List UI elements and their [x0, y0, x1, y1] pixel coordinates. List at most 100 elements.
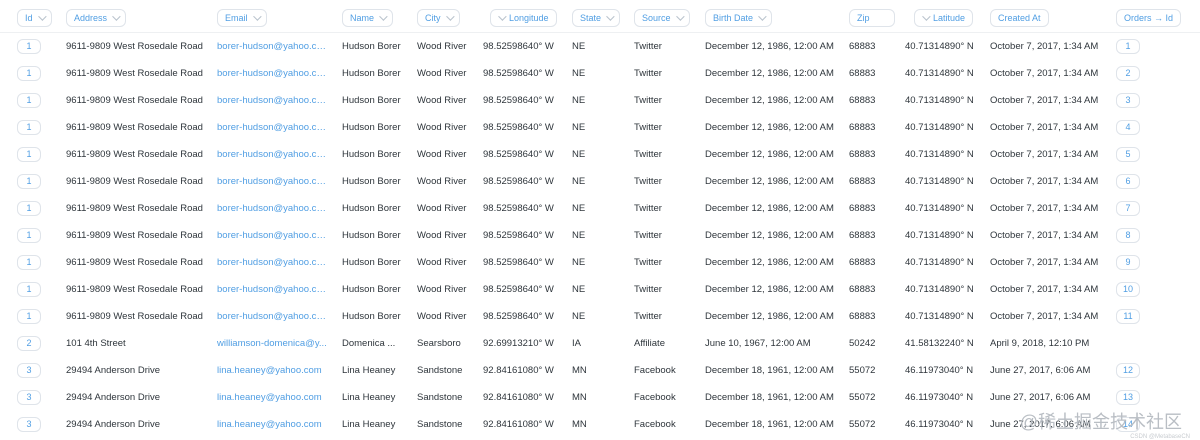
latitude-cell: 41.58132240° N [905, 338, 974, 349]
id-cell[interactable]: 1 [17, 201, 41, 216]
id-cell[interactable]: 1 [17, 228, 41, 243]
email-link[interactable]: borer-hudson@yahoo.com [217, 276, 329, 303]
email-link[interactable]: borer-hudson@yahoo.com [217, 303, 329, 330]
header-city[interactable]: City [417, 9, 460, 27]
email-link[interactable]: borer-hudson@yahoo.com [217, 33, 329, 60]
created-at-cell: October 7, 2017, 1:34 AM [990, 41, 1099, 52]
id-cell[interactable]: 3 [17, 363, 41, 378]
orders-id-cell[interactable]: 4 [1116, 120, 1140, 135]
table-row: 1 9611-9809 West Rosedale Road borer-hudso… [0, 114, 1200, 141]
chevron-down-icon [922, 12, 931, 21]
orders-id-cell[interactable]: 1 [1116, 39, 1140, 54]
table-row: 1 9611-9809 West Rosedale Road borer-hudso… [0, 33, 1200, 60]
id-cell[interactable]: 3 [17, 417, 41, 432]
city-cell: Wood River [417, 149, 467, 160]
orders-id-cell[interactable]: 6 [1116, 174, 1140, 189]
id-cell[interactable]: 1 [17, 39, 41, 54]
email-link[interactable]: borer-hudson@yahoo.com [217, 168, 329, 195]
id-cell[interactable]: 1 [17, 309, 41, 324]
email-link[interactable]: borer-hudson@yahoo.com [217, 60, 329, 87]
address-cell: 29494 Anderson Drive [66, 392, 161, 403]
email-link[interactable]: borer-hudson@yahoo.com [217, 195, 329, 222]
address-cell: 9611-9809 West Rosedale Road [66, 203, 203, 214]
zip-cell: 68883 [849, 230, 876, 241]
latitude-cell: 40.71314890° N [905, 149, 974, 160]
header-source[interactable]: Source [634, 9, 690, 27]
id-cell[interactable]: 1 [17, 93, 41, 108]
zip-cell: 50242 [849, 338, 876, 349]
orders-id-cell[interactable]: 8 [1116, 228, 1140, 243]
birth-date-cell: December 12, 1986, 12:00 AM [705, 122, 834, 133]
source-cell: Twitter [634, 68, 662, 79]
id-cell[interactable]: 1 [17, 174, 41, 189]
city-cell: Wood River [417, 230, 467, 241]
address-cell: 9611-9809 West Rosedale Road [66, 149, 203, 160]
address-cell: 9611-9809 West Rosedale Road [66, 122, 203, 133]
id-cell[interactable]: 1 [17, 282, 41, 297]
address-cell: 9611-9809 West Rosedale Road [66, 68, 203, 79]
email-link[interactable]: lina.heaney@yahoo.com [217, 411, 329, 438]
latitude-cell: 40.71314890° N [905, 311, 974, 322]
header-orders-id[interactable]: Orders → Id [1116, 9, 1182, 27]
table-row: 3 29494 Anderson Drive lina.heaney@yahoo.c… [0, 357, 1200, 384]
created-at-cell: October 7, 2017, 1:34 AM [990, 203, 1099, 214]
orders-id-cell[interactable]: 3 [1116, 93, 1140, 108]
id-cell[interactable]: 3 [17, 390, 41, 405]
header-state[interactable]: State [572, 9, 621, 27]
email-link[interactable]: borer-hudson@yahoo.com [217, 141, 329, 168]
source-cell: Twitter [634, 311, 662, 322]
latitude-cell: 40.71314890° N [905, 203, 974, 214]
state-cell: NE [572, 68, 586, 79]
id-cell[interactable]: 1 [17, 255, 41, 270]
name-cell: Hudson Borer [342, 257, 401, 268]
longitude-cell: 92.84161080° W [483, 419, 554, 430]
orders-id-cell[interactable]: 11 [1116, 309, 1140, 324]
created-at-cell: October 7, 2017, 1:34 AM [990, 95, 1099, 106]
header-name[interactable]: Name [342, 9, 394, 27]
email-link[interactable]: borer-hudson@yahoo.com [217, 114, 329, 141]
zip-cell: 68883 [849, 122, 876, 133]
chevron-down-icon [37, 12, 47, 21]
id-cell[interactable]: 2 [17, 336, 41, 351]
orders-id-cell[interactable]: 10 [1116, 282, 1140, 297]
header-created-at[interactable]: Created At [990, 9, 1049, 27]
header-email[interactable]: Email [217, 9, 267, 27]
header-id[interactable]: Id [17, 9, 52, 27]
orders-id-cell[interactable]: 7 [1116, 201, 1140, 216]
header-email-label: Email [225, 13, 248, 23]
created-at-cell: October 7, 2017, 1:34 AM [990, 176, 1099, 187]
email-link[interactable]: borer-hudson@yahoo.com [217, 87, 329, 114]
longitude-cell: 98.52598640° W [483, 176, 554, 187]
table-row: 1 9611-9809 West Rosedale Road borer-hudso… [0, 249, 1200, 276]
address-cell: 101 4th Street [66, 338, 126, 349]
created-at-cell: October 7, 2017, 1:34 AM [990, 122, 1099, 133]
latitude-cell: 40.71314890° N [905, 284, 974, 295]
city-cell: Sandstone [417, 419, 463, 430]
email-link[interactable]: lina.heaney@yahoo.com [217, 357, 329, 384]
address-cell: 9611-9809 West Rosedale Road [66, 95, 203, 106]
header-address[interactable]: Address [66, 9, 127, 27]
header-state-label: State [580, 13, 602, 23]
address-cell: 9611-9809 West Rosedale Road [66, 41, 203, 52]
orders-id-cell[interactable]: 12 [1116, 363, 1140, 378]
orders-id-cell[interactable]: 9 [1116, 255, 1140, 270]
email-link[interactable]: borer-hudson@yahoo.com [217, 222, 329, 249]
email-link[interactable]: borer-hudson@yahoo.com [217, 249, 329, 276]
email-link[interactable]: williamson-domenica@y... [217, 330, 329, 357]
orders-id-cell[interactable]: 13 [1116, 390, 1140, 405]
state-cell: NE [572, 41, 586, 52]
header-zip[interactable]: Zip [849, 9, 895, 27]
email-link[interactable]: lina.heaney@yahoo.com [217, 384, 329, 411]
id-cell[interactable]: 1 [17, 147, 41, 162]
state-cell: NE [572, 122, 586, 133]
id-cell[interactable]: 1 [17, 120, 41, 135]
zip-cell: 55072 [849, 392, 876, 403]
header-birth-date[interactable]: Birth Date [705, 9, 773, 27]
zip-cell: 68883 [849, 203, 876, 214]
id-cell[interactable]: 1 [17, 66, 41, 81]
header-longitude[interactable]: Longitude [490, 9, 557, 27]
header-created-at-label: Created At [998, 13, 1041, 23]
orders-id-cell[interactable]: 5 [1116, 147, 1140, 162]
header-latitude[interactable]: Latitude [914, 9, 974, 27]
orders-id-cell[interactable]: 2 [1116, 66, 1140, 81]
